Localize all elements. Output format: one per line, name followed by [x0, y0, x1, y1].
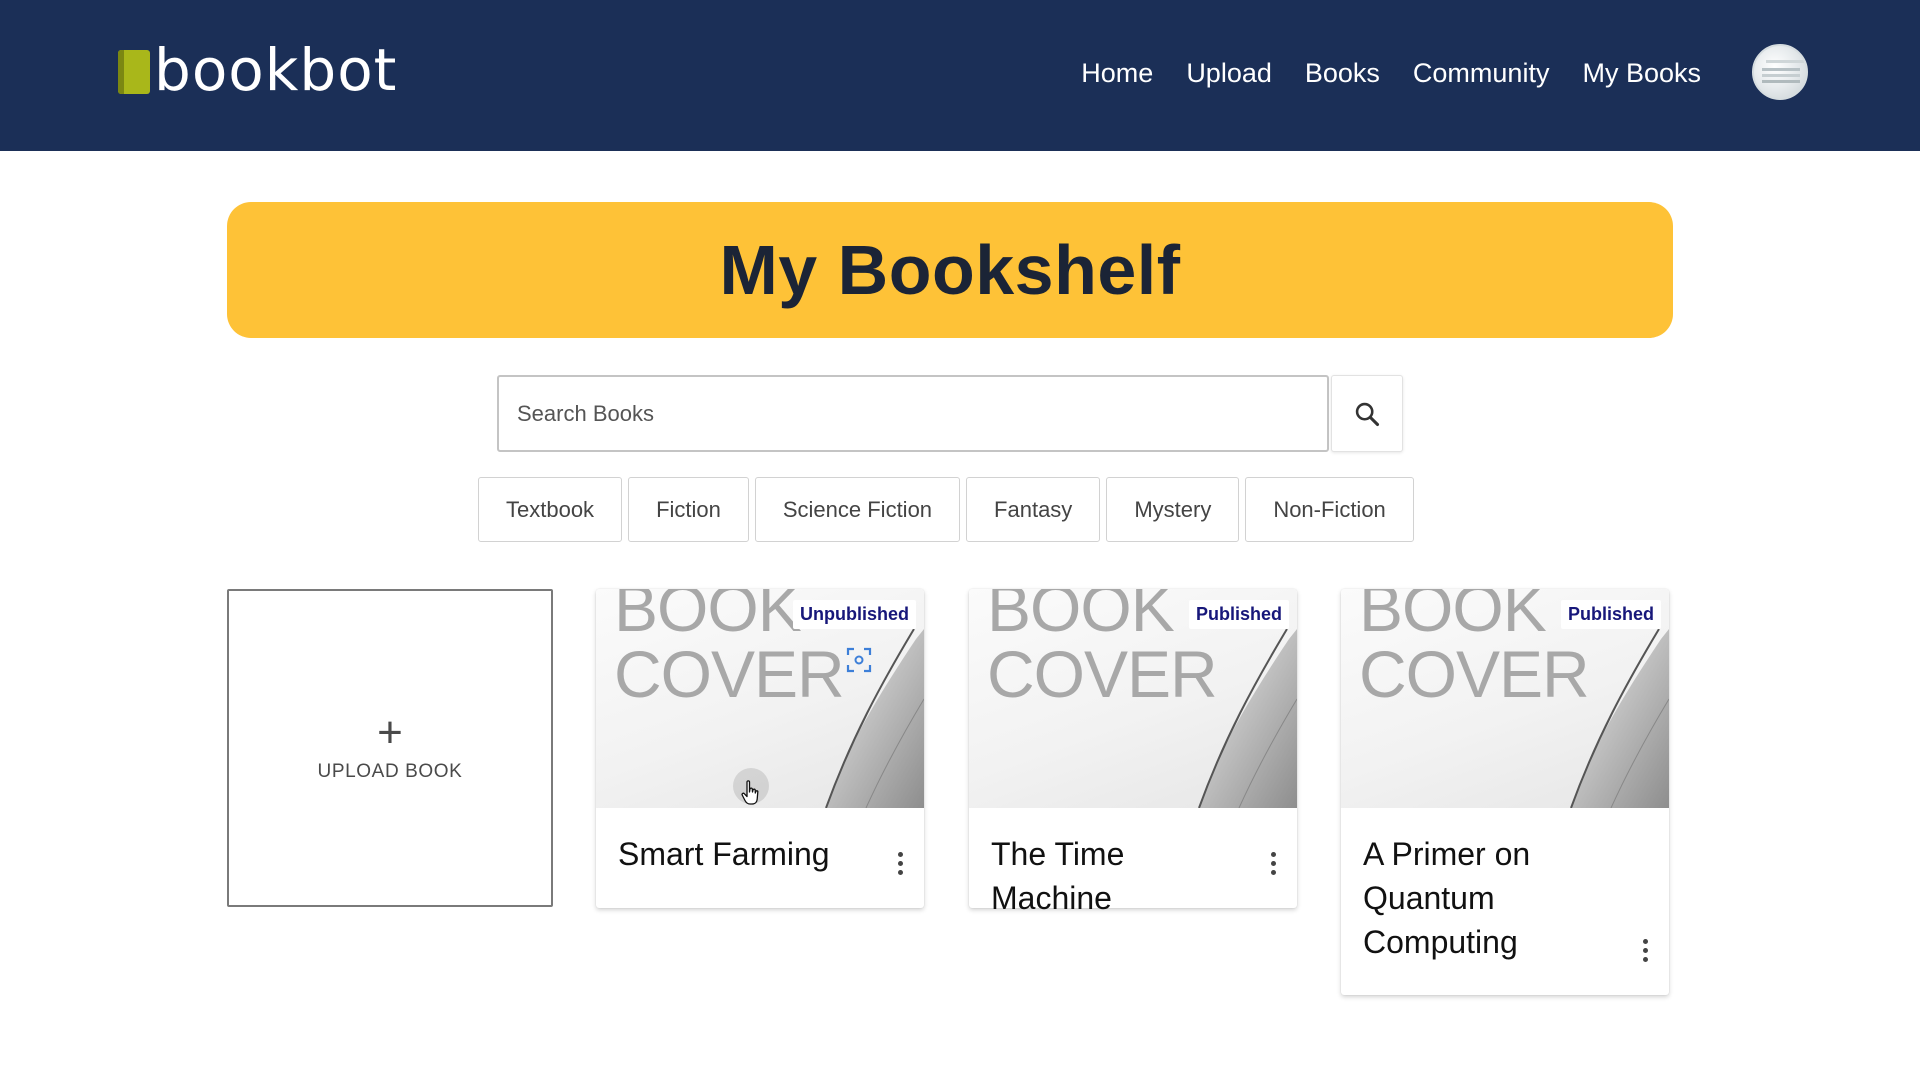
genre-filter-bar: Textbook Fiction Science Fiction Fantasy…: [478, 477, 1414, 542]
genre-chip-fiction[interactable]: Fiction: [628, 477, 749, 542]
more-vert-icon[interactable]: [1641, 939, 1649, 965]
nav-link-home[interactable]: Home: [1081, 54, 1153, 92]
genre-chip-textbook[interactable]: Textbook: [478, 477, 623, 542]
more-vert-icon[interactable]: [1269, 852, 1277, 878]
book-card-body: The Time Machine: [969, 808, 1297, 916]
genre-chip-fantasy[interactable]: Fantasy: [966, 477, 1101, 542]
nav-link-upload[interactable]: Upload: [1186, 54, 1272, 92]
top-navbar: bookbot Home Upload Books Community My B…: [0, 0, 1920, 151]
book-title: The Time Machine: [991, 836, 1125, 916]
page-title: My Bookshelf: [719, 231, 1181, 309]
brand-logo[interactable]: bookbot: [118, 40, 397, 100]
book-card[interactable]: BOOK COVER Published A Primer on Quantum…: [1341, 589, 1669, 995]
scan-icon[interactable]: [846, 647, 872, 673]
genre-chip-science-fiction[interactable]: Science Fiction: [754, 477, 961, 542]
status-badge: Unpublished: [793, 600, 916, 629]
genre-chip-mystery[interactable]: Mystery: [1106, 477, 1240, 542]
main-nav: Home Upload Books Community My Books: [1081, 54, 1701, 92]
book-card-body: A Primer on Quantum Computing: [1341, 808, 1669, 995]
genre-chip-non-fiction[interactable]: Non-Fiction: [1245, 477, 1414, 542]
status-badge: Published: [1560, 600, 1661, 629]
book-cover-image: BOOK COVER Published: [1341, 589, 1669, 808]
nav-link-community[interactable]: Community: [1413, 54, 1550, 92]
book-card[interactable]: BOOK COVER Published The Time Machine: [969, 589, 1297, 916]
search-button[interactable]: [1331, 375, 1403, 452]
upload-book-label: UPLOAD BOOK: [317, 761, 463, 782]
plus-icon: +: [377, 708, 403, 757]
brand-name: bookbot: [154, 36, 398, 104]
upload-book-card[interactable]: + UPLOAD BOOK: [227, 589, 553, 907]
user-avatar[interactable]: [1752, 44, 1808, 100]
more-vert-icon[interactable]: [896, 852, 904, 878]
page-title-banner: My Bookshelf: [227, 202, 1673, 338]
search-input[interactable]: [499, 377, 1327, 450]
search-field: [497, 375, 1329, 452]
book-card-body: Smart Farming: [596, 808, 924, 908]
book-logo-icon: [118, 50, 150, 94]
nav-link-books[interactable]: Books: [1305, 54, 1380, 92]
hand-cursor-icon: [741, 780, 759, 805]
status-badge: Published: [1188, 600, 1289, 629]
book-cover-image: BOOK COVER Published: [969, 589, 1297, 808]
book-title: A Primer on Quantum Computing: [1363, 836, 1531, 960]
book-card[interactable]: BOOK COVER Unpublished Smart Farming: [596, 589, 924, 908]
nav-link-my-books[interactable]: My Books: [1582, 54, 1701, 92]
book-title: Smart Farming: [618, 836, 830, 872]
search-icon: [1355, 402, 1380, 426]
